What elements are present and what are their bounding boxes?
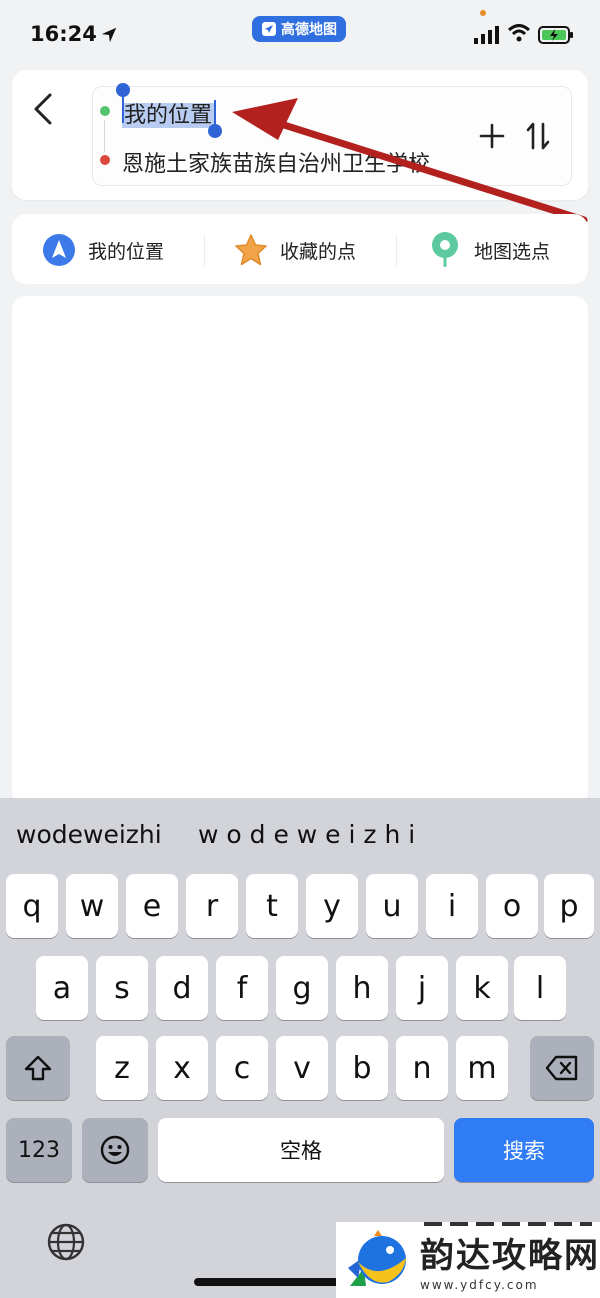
origin-dot <box>100 106 110 116</box>
key-v[interactable]: v <box>276 1036 328 1100</box>
backspace-icon <box>545 1055 578 1081</box>
quick-pick-on-map[interactable]: 地图选点 <box>428 232 550 268</box>
key-j[interactable]: j <box>396 956 448 1020</box>
back-chevron-icon[interactable] <box>30 92 56 126</box>
key-m[interactable]: m <box>456 1036 508 1100</box>
selection-handle-start[interactable] <box>116 83 130 97</box>
origin-input[interactable]: 我的位置 <box>122 97 215 129</box>
candidate-word[interactable]: wodeweizhi <box>16 820 162 849</box>
results-panel <box>12 296 588 806</box>
key-w[interactable]: w <box>66 874 118 938</box>
key-b[interactable]: b <box>336 1036 388 1100</box>
battery-charging-icon <box>538 26 573 44</box>
map-pin-icon <box>432 232 458 267</box>
globe-icon[interactable] <box>46 1222 86 1262</box>
app-pill[interactable]: 高德地图 <box>252 16 346 42</box>
quick-favorites[interactable]: 收藏的点 <box>234 232 356 268</box>
space-key[interactable]: 空格 <box>158 1118 444 1182</box>
quick-favorites-label: 收藏的点 <box>280 240 357 263</box>
candidate-spelled[interactable]: w o d e w e i z h i <box>198 820 415 849</box>
paper-plane-icon <box>262 22 276 36</box>
watermark-name: 韵达攻略网 <box>420 1236 600 1276</box>
quick-divider <box>396 234 397 266</box>
key-e[interactable]: e <box>126 874 178 938</box>
status-time: 16:24 <box>30 22 97 46</box>
key-p[interactable]: p <box>544 874 594 938</box>
shift-icon <box>24 1055 52 1081</box>
key-q[interactable]: q <box>6 874 58 938</box>
selection-handle-end-stem <box>214 100 216 126</box>
watermark-dash <box>424 1222 592 1226</box>
key-l[interactable]: l <box>514 956 566 1020</box>
emoji-icon <box>100 1135 130 1165</box>
location-arrow-icon <box>101 27 117 43</box>
key-s[interactable]: s <box>96 956 148 1020</box>
star-icon <box>235 234 267 266</box>
watermark-url: www.ydfcy.com <box>420 1278 539 1292</box>
cellular-signal-icon <box>474 26 499 44</box>
selection-handle-end[interactable] <box>208 124 222 138</box>
key-d[interactable]: d <box>156 956 208 1020</box>
destination-dot <box>100 155 110 165</box>
numbers-key[interactable]: 123 <box>6 1118 72 1182</box>
status-bar: 16:24 高德地图 <box>0 0 600 66</box>
key-z[interactable]: z <box>96 1036 148 1100</box>
swap-route-icon[interactable] <box>524 120 552 152</box>
quick-my-location-label: 我的位置 <box>88 240 165 263</box>
navigation-arrow-icon <box>43 234 75 266</box>
destination-input[interactable]: 恩施土家族苗族自治州卫生学校 <box>122 146 430 178</box>
quick-divider <box>204 234 205 266</box>
emoji-key[interactable] <box>82 1118 148 1182</box>
key-x[interactable]: x <box>156 1036 208 1100</box>
quick-pick-on-map-label: 地图选点 <box>474 240 551 263</box>
watermark-logo <box>348 1230 406 1286</box>
key-u[interactable]: u <box>366 874 418 938</box>
delete-key[interactable] <box>530 1036 594 1100</box>
key-k[interactable]: k <box>456 956 508 1020</box>
key-o[interactable]: o <box>486 874 538 938</box>
route-connector <box>104 120 105 152</box>
recording-indicator <box>480 10 486 16</box>
key-g[interactable]: g <box>276 956 328 1020</box>
origin-selected-text: 我的位置 <box>122 103 215 128</box>
key-h[interactable]: h <box>336 956 388 1020</box>
search-key[interactable]: 搜索 <box>454 1118 594 1182</box>
key-a[interactable]: a <box>36 956 88 1020</box>
key-c[interactable]: c <box>216 1036 268 1100</box>
key-i[interactable]: i <box>426 874 478 938</box>
key-n[interactable]: n <box>396 1036 448 1100</box>
quick-my-location[interactable]: 我的位置 <box>42 232 164 268</box>
add-waypoint-icon[interactable] <box>478 122 506 150</box>
key-r[interactable]: r <box>186 874 238 938</box>
key-t[interactable]: t <box>246 874 298 938</box>
selection-handle-start-stem <box>122 95 124 123</box>
wifi-icon <box>508 24 530 42</box>
key-y[interactable]: y <box>306 874 358 938</box>
shift-key[interactable] <box>6 1036 70 1100</box>
app-pill-label: 高德地图 <box>281 22 337 38</box>
key-f[interactable]: f <box>216 956 268 1020</box>
